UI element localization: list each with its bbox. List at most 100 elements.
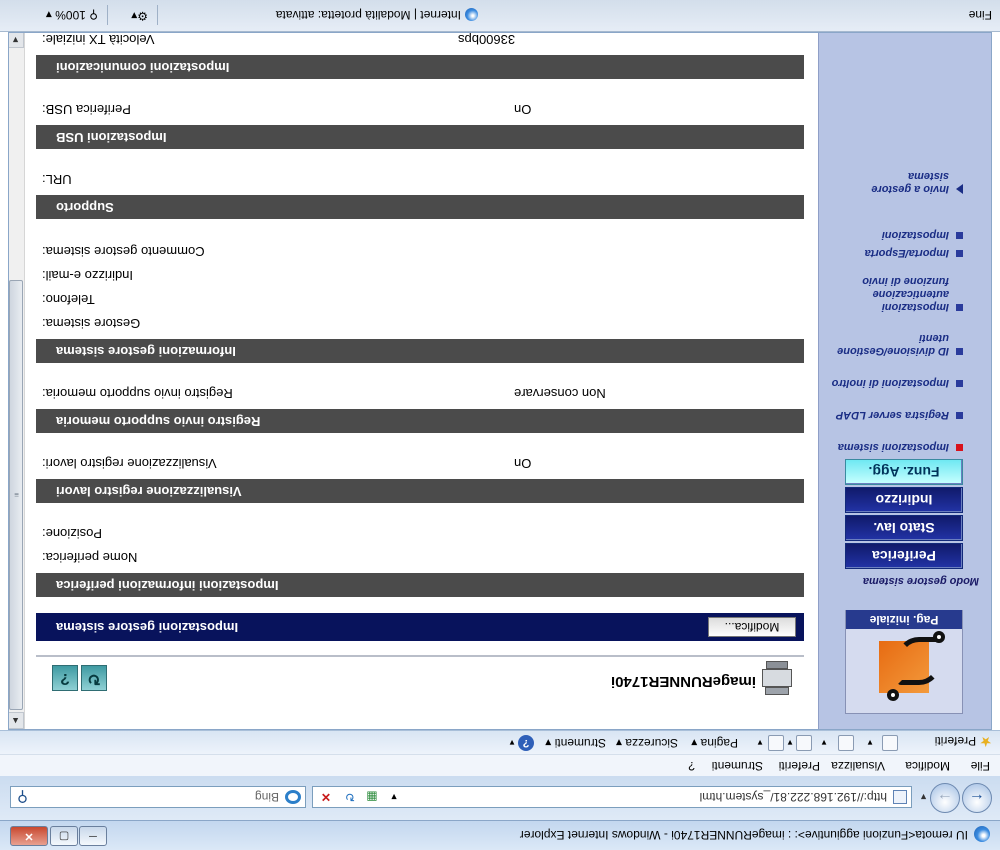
field-row: Indirizzo e-mail: (42, 265, 782, 283)
field-row: On Periferica USB: (42, 99, 782, 117)
favorites-button[interactable]: ★ Preferiti (935, 733, 992, 750)
printer-icon (762, 661, 792, 695)
field-row: Commento gestore sistema: (42, 241, 782, 259)
add-functions-button[interactable]: Funz. Agg. (845, 459, 963, 485)
field-label: Nome periferica: (42, 550, 138, 565)
address-row: ← → ▼ http://192.168.222.81/_system.html… (0, 776, 1000, 820)
section-title: Impostazioni informazioni periferica (56, 578, 279, 593)
device-header: imageRUNNER1740i ? ↻ (36, 655, 804, 703)
search-box[interactable]: Bing ⚲ (10, 786, 306, 808)
forward-arrow-icon[interactable]: → (930, 783, 960, 813)
minimize-button[interactable]: ─ (79, 826, 107, 846)
zoom-control[interactable]: ⚲ 100% ▾ (46, 8, 98, 22)
section-title: Supporto (56, 200, 114, 215)
vertical-scrollbar[interactable]: ▲ ≡ ▼ (8, 32, 25, 729)
main-content: imageRUNNER1740i ? ↻ Modifica... Imposta… (26, 32, 817, 729)
field-label: Gestore sistema: (42, 316, 141, 331)
bullet-icon (956, 380, 963, 387)
history-dropdown-icon[interactable]: ▼ (919, 792, 928, 802)
mail-dropdown-icon[interactable]: ▼ (786, 738, 794, 747)
zone-text: Internet | Modalità protetta: attivata (275, 8, 461, 22)
stop-icon[interactable]: ✕ (315, 788, 337, 806)
url-text[interactable]: http://192.168.222.81/_system.html (700, 790, 887, 804)
mail-icon[interactable] (796, 735, 812, 751)
globe-icon (465, 7, 478, 21)
add-favorite-icon[interactable] (882, 735, 898, 751)
section-title: Impostazioni USB (56, 130, 167, 145)
page-viewport: Pag. iniziale Modo gestore sistema Perif… (8, 32, 992, 730)
menu-bar: File Modifica Visualizza Preferiti Strum… (0, 754, 1000, 776)
menu-help[interactable]: ? (688, 759, 695, 773)
tools-menu[interactable]: Strumenti ▾ (545, 736, 606, 750)
security-menu-label: Sicurezza (625, 736, 678, 750)
edit-button[interactable]: Modifica... (708, 617, 796, 637)
maximize-button[interactable]: ▢ (50, 826, 78, 846)
section-usb: Impostazioni USB (36, 125, 804, 149)
device-name: imageRUNNER1740i (610, 673, 756, 690)
field-row: Gestore sistema: (42, 313, 782, 331)
menu-view[interactable]: Visualizza (831, 759, 885, 773)
help-dropdown-icon[interactable]: ▼ (508, 738, 516, 747)
field-label: Visualizzazione registro lavori: (42, 456, 217, 471)
menu-file[interactable]: File (971, 759, 990, 773)
address-dropdown-icon[interactable]: ▼ (383, 788, 405, 806)
address-bar[interactable]: http://192.168.222.81/_system.html ▼ ▦ ↻… (312, 786, 912, 808)
scroll-down-icon[interactable]: ▼ (8, 32, 24, 48)
scroll-thumb[interactable]: ≡ (9, 280, 23, 710)
help-icon[interactable]: ? (518, 735, 534, 751)
feeds-icon[interactable] (838, 735, 854, 751)
menu-tools[interactable]: Strumenti (712, 759, 763, 773)
add-favorite-dropdown-icon[interactable]: ▼ (866, 738, 874, 747)
field-label: Indirizzo e-mail: (42, 268, 134, 283)
section-memory-log: Registro invio supporto memoria (36, 409, 804, 433)
zoom-level: 100% (55, 8, 86, 22)
left-navigation: Pag. iniziale Modo gestore sistema Perif… (818, 32, 991, 729)
protected-mode-icon[interactable]: ⚙▾ (131, 9, 148, 23)
section-title: Visualizzazione registro lavori (56, 484, 242, 499)
field-row: Posizione: (42, 523, 782, 541)
field-label: URL: (42, 172, 72, 187)
job-status-button[interactable]: Stato lav. (845, 515, 963, 541)
search-icon[interactable]: ⚲ (17, 788, 28, 806)
field-value: On (514, 456, 532, 471)
print-icon[interactable] (768, 735, 784, 751)
security-zone[interactable]: Internet | Modalità protetta: attivata (275, 7, 478, 22)
scroll-up-icon[interactable]: ▲ (8, 712, 24, 729)
field-label: Commento gestore sistema: (42, 244, 205, 259)
field-value: 33600bps (458, 32, 516, 47)
compatibility-icon[interactable]: ▦ (361, 788, 383, 806)
home-button[interactable]: Pag. iniziale (845, 610, 963, 714)
close-button[interactable]: ✕ (10, 826, 48, 846)
field-row: 33600bps Velocità TX iniziale: (42, 32, 782, 47)
address-book-button[interactable]: Indirizzo (845, 487, 963, 513)
feeds-dropdown-icon[interactable]: ▼ (820, 738, 828, 747)
section-support: Supporto (36, 195, 804, 219)
section-job-log: Visualizzazione registro lavori (36, 479, 804, 503)
field-label: Telefono: (42, 292, 95, 307)
refresh-page-icon[interactable]: ↻ (81, 665, 107, 691)
field-label: Posizione: (42, 526, 102, 541)
menu-favorites[interactable]: Preferiti (779, 759, 820, 773)
field-row: Telefono: (42, 289, 782, 307)
status-bar: Fine Internet | Modalità protetta: attiv… (0, 0, 1000, 32)
arrow-right-icon (956, 184, 963, 194)
section-title: Informazioni gestore sistema (56, 344, 236, 359)
section-communications: Impostazioni comunicazioni (36, 55, 804, 79)
refresh-icon[interactable]: ↻ (339, 788, 361, 806)
field-label: Periferica USB: (42, 102, 131, 117)
help-page-icon[interactable]: ? (52, 665, 78, 691)
field-label: Registro invio supporto memoria: (42, 386, 233, 401)
back-arrow-icon[interactable]: ← (962, 783, 992, 813)
section-title: Impostazioni comunicazioni (56, 60, 230, 75)
favorites-label: Preferiti (934, 734, 977, 748)
page-menu[interactable]: Pagina ▾ (691, 736, 738, 750)
print-dropdown-icon[interactable]: ▼ (756, 738, 764, 747)
bullet-icon (956, 304, 963, 311)
field-value: Non conservare (514, 386, 606, 401)
bullet-icon (956, 412, 963, 419)
window-title: IU remota<Funzioni aggiuntive>: : imageR… (519, 828, 968, 842)
security-menu[interactable]: Sicurezza ▾ (616, 736, 678, 750)
status-text: Fine (968, 8, 992, 22)
device-button[interactable]: Periferica (845, 543, 963, 569)
menu-edit[interactable]: Modifica (905, 759, 950, 773)
